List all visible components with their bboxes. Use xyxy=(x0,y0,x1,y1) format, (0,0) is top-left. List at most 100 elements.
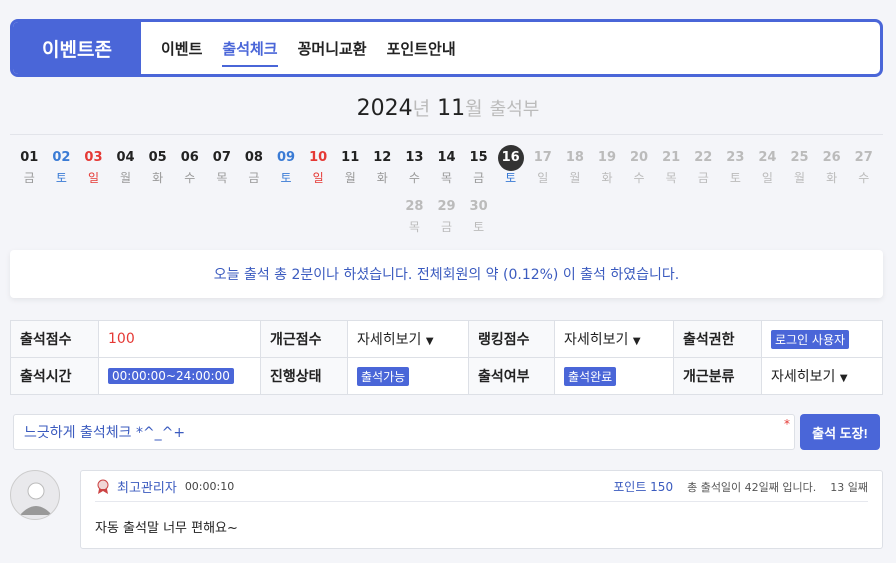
day-weekday: 수 xyxy=(633,171,645,185)
calendar-day: 12 화 xyxy=(366,145,398,194)
calendar-day: 14 목 xyxy=(430,145,462,194)
day-weekday: 금 xyxy=(697,171,709,185)
calendar-day: 16 토 xyxy=(495,145,527,194)
time-badge: 00:00:00~24:00:00 xyxy=(108,368,234,384)
calendar-day: 23 토 xyxy=(719,145,751,194)
calendar-day: 13 수 xyxy=(398,145,430,194)
month-unit: 월 xyxy=(465,98,483,120)
required-mark: * xyxy=(784,417,790,431)
comment-card: 최고관리자 00:00:10 포인트 150 총 출석일이 42일째 입니다. … xyxy=(80,470,883,549)
calendar-day: 17 일 xyxy=(527,145,559,194)
done-label: 출석여부 xyxy=(468,357,555,395)
comment-meta: 포인트 150 총 출석일이 42일째 입니다. 13 일째 xyxy=(613,478,868,495)
day-number: 20 xyxy=(630,150,649,165)
checkin-submit-button[interactable]: 출석 도장! xyxy=(800,414,880,450)
calendar-day: 26 화 xyxy=(816,145,848,194)
day-number: 09 xyxy=(276,150,296,165)
comment-time: 00:00:10 xyxy=(184,480,235,493)
day-number: 10 xyxy=(309,150,328,165)
day-weekday: 목 xyxy=(665,171,677,185)
attendance-calendar: 01 금 02 토 03 일 04 월 05 화 06 수 07 목 08 금 09 토 10 일 11 월 12 화 13 수 1… xyxy=(10,134,883,243)
calendar-day: 04 월 xyxy=(110,145,142,194)
comment-body: 자동 출석말 너무 편해요~ xyxy=(95,521,238,536)
calendar-day: 27 수 xyxy=(848,145,880,194)
nav-menu: 이벤트 출석체크 꽁머니교환 포인트안내 xyxy=(141,22,476,74)
calendar-day: 21 목 xyxy=(655,145,687,194)
rank-medal-icon xyxy=(97,479,109,494)
calendar-day: 30 토 xyxy=(463,194,495,243)
year-unit: 년 xyxy=(412,98,431,120)
user-silhouette-icon xyxy=(20,482,52,515)
calendar-day: 29 금 xyxy=(430,194,462,243)
day-weekday: 토 xyxy=(505,171,517,185)
day-number: 06 xyxy=(180,150,199,165)
calendar-day: 24 일 xyxy=(751,145,783,194)
calendar-day: 10 일 xyxy=(302,145,334,194)
calendar-day: 28 목 xyxy=(398,194,430,243)
day-number: 27 xyxy=(854,150,873,165)
comment-author[interactable]: 최고관리자 xyxy=(117,477,177,496)
class-label: 개근분류 xyxy=(673,357,762,395)
calendar-day: 18 월 xyxy=(559,145,591,194)
day-number: 23 xyxy=(726,150,745,165)
day-number: 29 xyxy=(437,199,456,214)
day-weekday: 수 xyxy=(184,171,196,185)
day-weekday: 월 xyxy=(344,171,356,185)
day-number: 26 xyxy=(822,150,841,165)
calendar-day: 22 금 xyxy=(687,145,719,194)
calendar-day: 20 수 xyxy=(623,145,655,194)
nav-attendance[interactable]: 출석체크 xyxy=(222,34,278,67)
calendar-day: 11 월 xyxy=(334,145,366,194)
checkin-input[interactable]: 느긋하게 출석체크 *^_^+ xyxy=(13,414,795,450)
day-weekday: 금 xyxy=(248,171,260,185)
day-weekday: 목 xyxy=(408,220,420,234)
comment-streak: 13 일째 xyxy=(830,480,868,494)
day-number: 21 xyxy=(662,150,681,165)
caret-down-icon: ▼ xyxy=(839,373,848,384)
status-label: 진행상태 xyxy=(260,357,348,395)
nav-event[interactable]: 이벤트 xyxy=(161,34,202,63)
day-weekday: 월 xyxy=(569,171,581,185)
brand-logo[interactable]: 이벤트존 xyxy=(13,22,141,74)
day-weekday: 토 xyxy=(473,220,485,234)
calendar-day: 02 토 xyxy=(45,145,77,194)
day-number: 25 xyxy=(790,150,809,165)
day-weekday: 수 xyxy=(408,171,420,185)
comment-point: 포인트 150 xyxy=(613,480,674,494)
month-value: 11 xyxy=(437,96,466,121)
day-weekday: 금 xyxy=(23,171,35,185)
comment-header: 최고관리자 00:00:10 포인트 150 총 출석일이 42일째 입니다. … xyxy=(95,477,868,502)
calendar-day: 05 화 xyxy=(142,145,174,194)
day-weekday: 월 xyxy=(794,171,806,185)
month-title: 2024년 11월 출석부 xyxy=(0,94,896,121)
class-detail-link[interactable]: 자세히보기 ▼ xyxy=(761,357,883,395)
calendar-day: 15 금 xyxy=(463,145,495,194)
nav-point-guide[interactable]: 포인트안내 xyxy=(387,34,456,63)
nav-money-exchange[interactable]: 꽁머니교환 xyxy=(298,34,367,63)
personal-label: 개근점수 xyxy=(260,320,348,358)
day-weekday: 토 xyxy=(55,171,67,185)
calendar-day: 25 월 xyxy=(783,145,815,194)
day-weekday: 화 xyxy=(152,171,164,185)
calendar-day: 19 화 xyxy=(591,145,623,194)
info-row: 출석점수 100 개근점수 자세히보기 ▼ 랭킹점수 자세히보기 ▼ 출석권한 … xyxy=(10,320,883,358)
calendar-day: 08 금 xyxy=(238,145,270,194)
attendance-notice: 오늘 출석 총 2분이나 하셨습니다. 전체회원의 약 (0.12%) 이 출석… xyxy=(10,250,883,298)
calendar-day: 09 토 xyxy=(270,145,302,194)
day-weekday: 월 xyxy=(120,171,132,185)
day-weekday: 목 xyxy=(216,171,228,185)
ranking-detail-link[interactable]: 자세히보기 ▼ xyxy=(554,320,674,358)
calendar-days: 01 금 02 토 03 일 04 월 05 화 06 수 07 목 08 금 09 토 10 일 11 월 12 화 13 수 1… xyxy=(10,135,883,243)
personal-detail-link[interactable]: 자세히보기 ▼ xyxy=(347,320,469,358)
year-value: 2024 xyxy=(356,96,413,121)
ranking-label: 랭킹점수 xyxy=(468,320,555,358)
perm-cell: 로그인 사용자 xyxy=(761,320,883,358)
day-weekday: 일 xyxy=(87,171,99,185)
calendar-day: 06 수 xyxy=(174,145,206,194)
month-suffix: 출석부 xyxy=(489,99,540,120)
day-number: 12 xyxy=(373,150,392,165)
personal-detail-label: 자세히보기 xyxy=(357,332,422,348)
day-number: 17 xyxy=(533,150,552,165)
info-row: 출석시간 00:00:00~24:00:00 진행상태 출석가능 출석여부 출석… xyxy=(10,357,883,395)
day-number: 28 xyxy=(405,199,424,214)
